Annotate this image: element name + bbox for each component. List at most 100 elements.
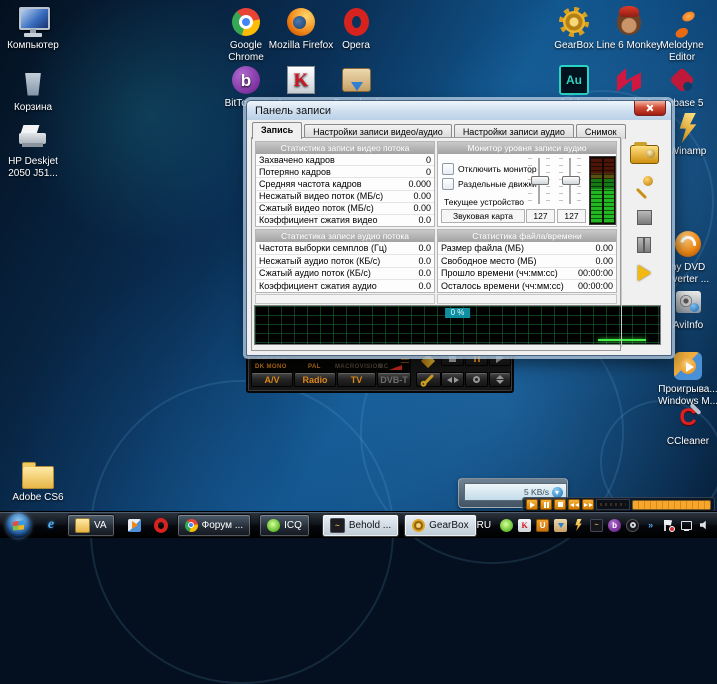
icon-label: CCleaner: [667, 436, 709, 448]
record-video-button[interactable]: [630, 145, 659, 164]
printer-icon: [16, 122, 50, 154]
tray-download-master-icon[interactable]: [554, 519, 567, 532]
firefox-icon: [284, 6, 318, 38]
icq-flower-icon: [267, 519, 280, 532]
checkbox-icon: [442, 178, 454, 190]
level-slider-right[interactable]: [559, 158, 581, 204]
tray-network-icon[interactable]: [680, 519, 693, 532]
desktop-icon-melodyne[interactable]: Melodyne Editor: [649, 6, 715, 64]
ccleaner-icon: C: [671, 402, 705, 434]
ie-icon: e: [48, 518, 54, 532]
desktop-icon-opera[interactable]: Opera: [323, 6, 389, 52]
windows-logo-icon: [13, 520, 24, 530]
record-audio-button[interactable]: [634, 176, 654, 196]
tray-bluetooth-icon[interactable]: »: [644, 519, 657, 532]
desktop-icon-adobe-cs6[interactable]: Adobe CS6: [5, 458, 71, 504]
desktop-icon-recycle-bin[interactable]: Корзина: [0, 68, 66, 114]
close-button[interactable]: [634, 101, 666, 116]
status-strip-right: [437, 294, 617, 304]
tab-record[interactable]: Запись: [252, 122, 302, 139]
tv-channel-button[interactable]: [489, 372, 511, 387]
split-sliders-checkbox[interactable]: Раздельные движки: [442, 178, 537, 190]
wrench-icon: [423, 374, 434, 385]
level-slider-left[interactable]: [528, 158, 550, 204]
gear-icon: [557, 6, 591, 38]
taskbar-button-behold[interactable]: ~ Behold ...: [322, 514, 399, 537]
device-select[interactable]: Звуковая карта: [441, 209, 525, 223]
tv-av-button[interactable]: A/V: [251, 372, 293, 387]
tray-kaspersky-icon[interactable]: K: [518, 519, 531, 532]
stat-row: Потеряно кадров0: [256, 165, 434, 177]
rewind-icon: [570, 503, 574, 507]
miniplayer-progress-bar[interactable]: [632, 500, 711, 510]
buffer-percent-badge: 0 %: [445, 308, 471, 318]
group-title: Статистика записи видео потока: [256, 142, 434, 154]
stat-row: Свободное место (МБ)0.00: [438, 254, 616, 267]
icon-label: ny DVDnverter ...: [667, 262, 709, 286]
taskbar-button-icq[interactable]: ICQ: [259, 514, 310, 537]
stat-row: Размер файла (МБ)0.00: [438, 242, 616, 254]
tray-icq-icon[interactable]: [500, 519, 513, 532]
tv-dvbt-button[interactable]: DVB-T: [377, 372, 411, 387]
icon-label: GearBox: [554, 40, 593, 52]
start-button[interactable]: [6, 513, 31, 538]
pause-button[interactable]: [637, 237, 651, 251]
ring-icon: [473, 376, 480, 383]
tv-radio-button[interactable]: Radio: [294, 372, 336, 387]
miniplayer-play-button[interactable]: [526, 499, 538, 510]
miniplayer-pause-button[interactable]: [540, 499, 552, 510]
tv-timer-button[interactable]: [465, 372, 488, 387]
play-icon: [530, 502, 535, 508]
slider-thumb[interactable]: [531, 176, 549, 185]
quicklaunch-opera[interactable]: [153, 516, 169, 534]
computer-icon: [16, 6, 50, 38]
tv-seek-button[interactable]: [441, 372, 464, 387]
opera-icon: [339, 6, 373, 38]
folder-icon: [75, 518, 90, 533]
desktop-icon-windows-media-player[interactable]: Проигрыва...Windows M...: [655, 350, 717, 408]
status-strip-left: [255, 294, 435, 304]
tv-settings-button[interactable]: [416, 372, 441, 387]
tray-action-center-icon[interactable]: [662, 519, 675, 532]
tray-opera-icon[interactable]: [626, 519, 639, 532]
tray-volume-icon[interactable]: [698, 519, 711, 532]
chrome-icon: [229, 6, 263, 38]
desktop-icon-computer[interactable]: Компьютер: [0, 6, 66, 52]
taskbar-button-gearbox[interactable]: GearBox: [404, 514, 476, 537]
language-indicator[interactable]: RU: [477, 520, 491, 531]
quicklaunch-wmp[interactable]: [127, 516, 143, 534]
play-button[interactable]: [638, 265, 651, 281]
icon-label: Корзина: [14, 102, 52, 114]
quicklaunch-ie[interactable]: e: [43, 516, 59, 534]
desktop-icon-printer[interactable]: HP Deskjet 2050 J51...: [0, 122, 66, 180]
mini-player-bar: [522, 497, 715, 512]
taskbar-button-forum[interactable]: Форум ...: [177, 514, 252, 537]
audio-monitor-group: Монитор уровня записи аудио Отключить мо…: [437, 141, 617, 227]
miniplayer-rewind-button[interactable]: [568, 499, 580, 510]
tv-tv-button[interactable]: TV: [337, 372, 376, 387]
miniplayer-stop-button[interactable]: [554, 499, 566, 510]
desktop-icon-ccleaner[interactable]: C CCleaner: [655, 402, 717, 448]
miniplayer-forward-button[interactable]: [582, 499, 594, 510]
slider-thumb[interactable]: [562, 176, 580, 185]
tray-utorrent-icon[interactable]: U: [536, 519, 549, 532]
tray-behold-icon[interactable]: ~: [590, 519, 603, 532]
icon-label: Melodyne Editor: [649, 40, 715, 64]
level-value-right: 127: [557, 209, 586, 223]
checkbox-icon: [442, 163, 454, 175]
stop-button[interactable]: [637, 210, 652, 225]
nuendo-icon: [612, 64, 646, 96]
taskbar-button-va[interactable]: VA: [67, 514, 115, 537]
tray-bittorrent-icon[interactable]: b: [608, 519, 621, 532]
stat-row: Средняя частота кадров0.000: [256, 177, 434, 189]
group-title: Статистика файла/времени: [438, 230, 616, 242]
disable-monitor-checkbox[interactable]: Отключить монитор: [442, 163, 537, 175]
recycle-bin-icon: [16, 68, 50, 100]
current-device-label: Текущее устройство: [444, 197, 524, 207]
vu-meter: [589, 156, 616, 225]
monkey-icon: [612, 6, 646, 38]
tv-indicator-mono: DK MONO: [255, 364, 287, 370]
dialog-titlebar[interactable]: Панель записи: [247, 101, 671, 120]
icon-label: Adobe CS6: [12, 492, 63, 504]
tray-winamp-icon[interactable]: [572, 519, 585, 532]
